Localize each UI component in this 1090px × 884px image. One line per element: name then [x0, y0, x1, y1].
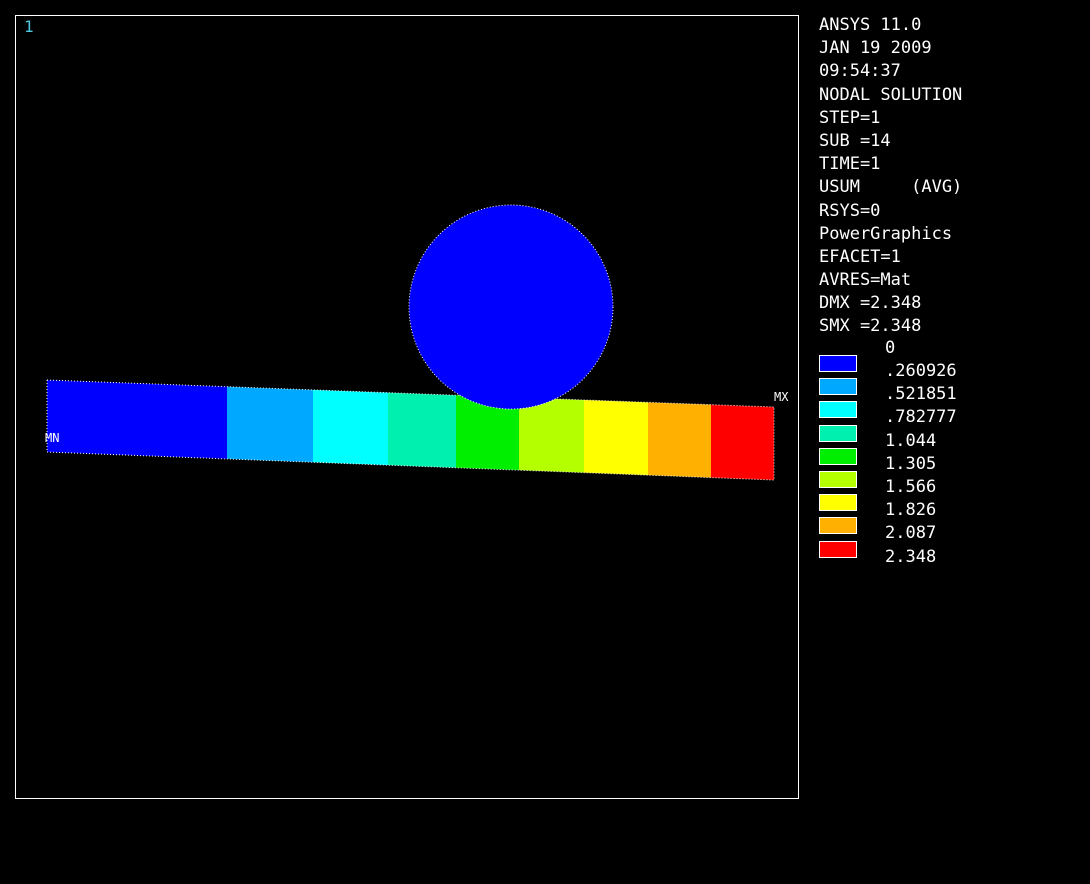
legend-row: 2.087 — [819, 499, 1019, 543]
info-line: AVRES=Mat — [819, 270, 912, 291]
info-line: JAN 19 2009 — [819, 38, 932, 59]
beam-band — [227, 386, 313, 463]
legend-row: 1.044 — [819, 407, 1019, 451]
info-line: USUM (AVG) — [819, 177, 963, 198]
beam-band — [313, 389, 388, 466]
info-line: NODAL SOLUTION — [819, 84, 963, 105]
beam-contour — [46, 379, 775, 481]
info-line: 09:54:37 — [819, 61, 901, 82]
legend-value: 2.348 — [885, 546, 937, 567]
legend-row: 1.826 — [819, 476, 1019, 520]
info-panel: ANSYS 11.0 JAN 19 2009 09:54:37 NODAL SOLUT… — [819, 14, 962, 339]
beam-band — [648, 402, 711, 478]
beam-band — [519, 397, 584, 473]
beam-band — [584, 399, 648, 476]
legend-row: 2.348 — [819, 523, 1019, 567]
min-marker: MN — [45, 431, 59, 445]
beam-band — [47, 380, 227, 459]
legend-row: 1.566 — [819, 453, 1019, 497]
legend-row: .521851 — [819, 360, 1019, 404]
beam-band — [711, 404, 774, 480]
legend-row: .782777 — [819, 383, 1019, 427]
info-line: SUB =14 — [819, 130, 891, 151]
beam-band — [388, 392, 456, 468]
info-line: RSYS=0 — [819, 200, 881, 221]
info-line: DMX =2.348 — [819, 293, 922, 314]
info-line: TIME=1 — [819, 154, 881, 175]
info-line: ANSYS 11.0 — [819, 15, 922, 35]
roller-disk — [408, 204, 614, 410]
info-line: SMX =2.348 — [819, 316, 922, 337]
info-line: PowerGraphics — [819, 223, 953, 244]
info-line: STEP=1 — [819, 107, 881, 128]
legend-row: .260926 — [819, 337, 1019, 381]
max-marker: MX — [774, 390, 789, 404]
info-line: EFACET=1 — [819, 246, 901, 267]
legend-swatch — [819, 540, 857, 558]
legend-row: 1.305 — [819, 430, 1019, 474]
